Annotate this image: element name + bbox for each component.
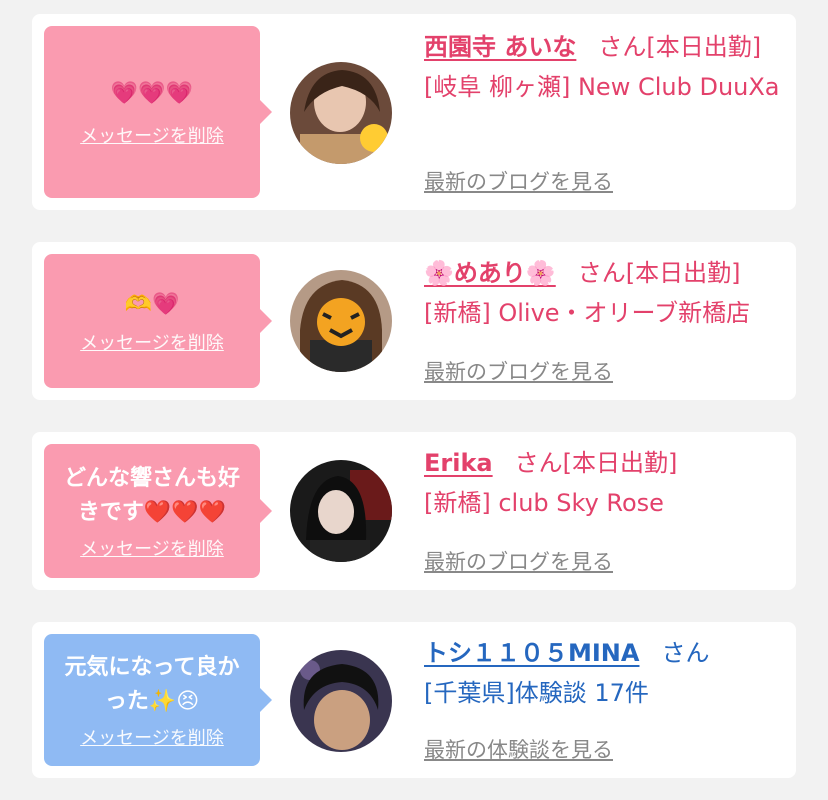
avatar[interactable] <box>290 270 392 372</box>
cast-status: さん[本日出勤] <box>598 33 762 61</box>
avatar[interactable] <box>290 650 392 752</box>
reviewer-honorific: さん <box>661 639 710 667</box>
cast-status: さん[本日出勤] <box>577 259 741 287</box>
cast-name-link[interactable]: 西園寺 あいな <box>424 33 576 61</box>
review-count: [千葉県]体験談 17件 <box>424 679 649 707</box>
reviewer-name-link[interactable]: トシ１１０５MINA <box>424 639 639 667</box>
favorite-card: 🫶💗 メッセージを削除 🌸めあり🌸 さん[本日出勤] [新橋] Olive・オリー… <box>32 242 796 400</box>
delete-message-link[interactable]: メッセージを削除 <box>80 535 224 561</box>
message-bubble: 🫶💗 メッセージを削除 <box>44 254 272 388</box>
cast-status: さん[本日出勤] <box>514 449 678 477</box>
latest-blog-link[interactable]: 最新のブログを見る <box>424 166 613 196</box>
delete-message-link[interactable]: メッセージを削除 <box>80 724 224 750</box>
message-text: どんな響さんも好きです❤️❤️❤️ <box>63 465 240 524</box>
shop-name: [新橋] club Sky Rose <box>424 489 664 517</box>
message-bubble: どんな響さんも好きです❤️❤️❤️ メッセージを削除 <box>44 444 272 578</box>
cast-name-link[interactable]: Erika <box>424 449 493 477</box>
message-text: 💗💗💗 <box>110 80 194 105</box>
shop-name: [岐阜 柳ヶ瀬] New Club DuuXa <box>424 73 780 101</box>
latest-blog-link[interactable]: 最新のブログを見る <box>424 356 613 386</box>
message-bubble: 元気になって良かった✨😣 メッセージを削除 <box>44 634 272 766</box>
avatar[interactable] <box>290 62 392 164</box>
shop-name: [新橋] Olive・オリーブ新橋店 <box>424 299 751 327</box>
latest-review-link[interactable]: 最新の体験談を見る <box>424 734 613 764</box>
favorite-card: 元気になって良かった✨😣 メッセージを削除 トシ１１０５MINA さん [千葉県]… <box>32 622 796 778</box>
cast-info: 西園寺 あいな さん[本日出勤] [岐阜 柳ヶ瀬] New Club DuuXa <box>424 30 788 106</box>
delete-message-link[interactable]: メッセージを削除 <box>80 329 224 355</box>
cast-info: トシ１１０５MINA さん [千葉県]体験談 17件 <box>424 636 788 712</box>
delete-message-link[interactable]: メッセージを削除 <box>80 122 224 148</box>
favorite-card: 💗💗💗 メッセージを削除 西園寺 あいな さん[本日出勤] [岐阜 柳ヶ瀬] Ne… <box>32 14 796 210</box>
favorite-card: どんな響さんも好きです❤️❤️❤️ メッセージを削除 Erika さん[本日出勤]… <box>32 432 796 590</box>
message-bubble: 💗💗💗 メッセージを削除 <box>44 26 272 198</box>
latest-blog-link[interactable]: 最新のブログを見る <box>424 546 613 576</box>
cast-name-link[interactable]: 🌸めあり🌸 <box>424 259 556 287</box>
avatar[interactable] <box>290 460 392 562</box>
cast-info: Erika さん[本日出勤] [新橋] club Sky Rose <box>424 446 788 522</box>
message-text: 🫶💗 <box>124 291 180 316</box>
message-text: 元気になって良かった✨😣 <box>64 654 240 713</box>
cast-info: 🌸めあり🌸 さん[本日出勤] [新橋] Olive・オリーブ新橋店 <box>424 256 788 332</box>
